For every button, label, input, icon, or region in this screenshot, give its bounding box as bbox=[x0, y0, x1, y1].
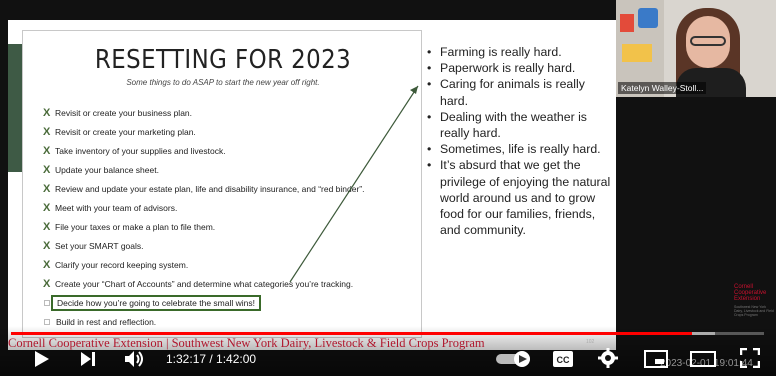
checklist-item-label: Revisit or create your marketing plan. bbox=[55, 126, 196, 137]
x-mark-icon: X bbox=[43, 239, 51, 252]
bullet-item: Sometimes, life is really hard. bbox=[426, 141, 614, 157]
bullet-item: Farming is really hard. bbox=[426, 44, 614, 60]
checklist-item: X File your taxes or make a plan to file … bbox=[43, 217, 413, 236]
bullet-item: Dealing with the weather is really hard. bbox=[426, 109, 614, 141]
webcam-decor bbox=[638, 8, 658, 28]
recording-timestamp: 2023-02-01 19:01:44 bbox=[660, 358, 753, 369]
bullet-item: It’s absurd that we get the privilege of… bbox=[426, 157, 614, 238]
next-button[interactable] bbox=[80, 350, 96, 368]
checklist: X Revisit or create your business plan. X… bbox=[43, 103, 413, 331]
checklist-item-label: Clarify your record keeping system. bbox=[55, 259, 189, 270]
x-mark-icon: X bbox=[43, 201, 51, 214]
video-player[interactable]: RESETTING FOR 2023 Some things to do ASA… bbox=[0, 0, 776, 376]
checklist-item-label: Revisit or create your business plan. bbox=[55, 107, 193, 118]
gear-tooth bbox=[598, 356, 602, 360]
bullet-list: Farming is really hard. Paperwork is rea… bbox=[426, 44, 614, 238]
x-mark-icon: X bbox=[43, 220, 51, 233]
checklist-item-label: Meet with your team of advisors. bbox=[55, 202, 178, 213]
cornell-logo: Cornell Cooperative Extension bbox=[734, 284, 766, 302]
autoplay-toggle[interactable] bbox=[496, 351, 532, 367]
gear-tooth bbox=[614, 356, 618, 360]
checklist-item-label: Set your SMART goals. bbox=[55, 240, 144, 251]
checklist-item: X Meet with your team of advisors. bbox=[43, 198, 413, 217]
x-mark-icon: X bbox=[43, 106, 51, 119]
lower-third-banner: Cornell Cooperative Extension | Southwes… bbox=[8, 336, 485, 350]
checklist-item-label: File your taxes or make a plan to file t… bbox=[55, 221, 216, 232]
checklist-item-label: Update your balance sheet. bbox=[55, 164, 159, 175]
x-mark-icon: X bbox=[43, 258, 51, 271]
play-button[interactable] bbox=[34, 350, 50, 368]
volume-button[interactable] bbox=[124, 349, 146, 369]
volume-wave bbox=[136, 354, 140, 364]
checklist-panel: RESETTING FOR 2023 Some things to do ASA… bbox=[22, 30, 422, 338]
checklist-item: X Clarify your record keeping system. bbox=[43, 255, 413, 274]
gear-icon-hole bbox=[605, 355, 611, 361]
volume-icon bbox=[125, 351, 134, 367]
slide-title: RESETTING FOR 2023 bbox=[94, 45, 352, 75]
checklist-item: X Revisit or create your business plan. bbox=[43, 103, 413, 122]
x-mark-icon: X bbox=[43, 277, 51, 290]
checklist-item-label: Review and update your estate plan, life… bbox=[55, 183, 365, 194]
checklist-item-highlighted: Decide how you’re going to celebrate the… bbox=[43, 293, 413, 312]
progress-bar[interactable] bbox=[11, 332, 764, 335]
checkbox-icon bbox=[44, 299, 50, 306]
gear-tooth bbox=[606, 364, 610, 368]
x-mark-icon: X bbox=[43, 163, 51, 176]
checklist-item: X Set your SMART goals. bbox=[43, 236, 413, 255]
time-display: 1:32:17 / 1:42:00 bbox=[166, 352, 257, 366]
x-mark-icon: X bbox=[43, 144, 51, 157]
bullet-item: Caring for animals is really hard. bbox=[426, 76, 614, 108]
logo-subtext: Southwest New York Dairy, Livestock and … bbox=[734, 305, 774, 317]
slide-side-strip bbox=[8, 44, 22, 172]
checkbox-icon bbox=[44, 318, 50, 325]
checklist-item-label: Take inventory of your supplies and live… bbox=[55, 145, 226, 156]
checklist-item-label: Create your “Chart of Accounts” and dete… bbox=[55, 278, 354, 289]
checklist-item: X Create your “Chart of Accounts” and det… bbox=[43, 274, 413, 293]
checklist-item: X Update your balance sheet. bbox=[43, 160, 413, 179]
settings-button[interactable] bbox=[598, 348, 618, 368]
slide-counter: 102 bbox=[586, 339, 595, 345]
bullet-item: Paperwork is really hard. bbox=[426, 60, 614, 76]
presentation-slide: RESETTING FOR 2023 Some things to do ASA… bbox=[8, 20, 616, 350]
gear-tooth bbox=[606, 348, 610, 352]
checklist-item-label: Decide how you’re going to celebrate the… bbox=[51, 294, 261, 311]
x-mark-icon: X bbox=[43, 125, 51, 138]
next-icon-bar bbox=[92, 352, 95, 366]
presenter-webcam: Katelyn Walley-Stoll... bbox=[616, 0, 776, 97]
checklist-item-label: Build in rest and reflection. bbox=[56, 316, 157, 327]
slide-subtitle: Some things to do ASAP to start the new … bbox=[126, 78, 320, 87]
next-icon bbox=[81, 352, 91, 366]
progress-played bbox=[11, 332, 693, 335]
glasses-icon bbox=[690, 36, 726, 46]
captions-button[interactable]: CC bbox=[552, 350, 574, 368]
play-icon bbox=[35, 351, 49, 367]
x-mark-icon: X bbox=[43, 182, 51, 195]
captions-label: CC bbox=[557, 355, 570, 365]
checklist-item: X Take inventory of your supplies and liv… bbox=[43, 141, 413, 160]
webcam-decor bbox=[620, 14, 634, 32]
presenter-name: Katelyn Walley-Stoll... bbox=[618, 82, 707, 94]
webcam-decor bbox=[622, 44, 652, 62]
checklist-item: X Review and update your estate plan, lif… bbox=[43, 179, 413, 198]
checklist-item: X Revisit or create your marketing plan. bbox=[43, 122, 413, 141]
logo-line: Extension bbox=[734, 296, 761, 302]
